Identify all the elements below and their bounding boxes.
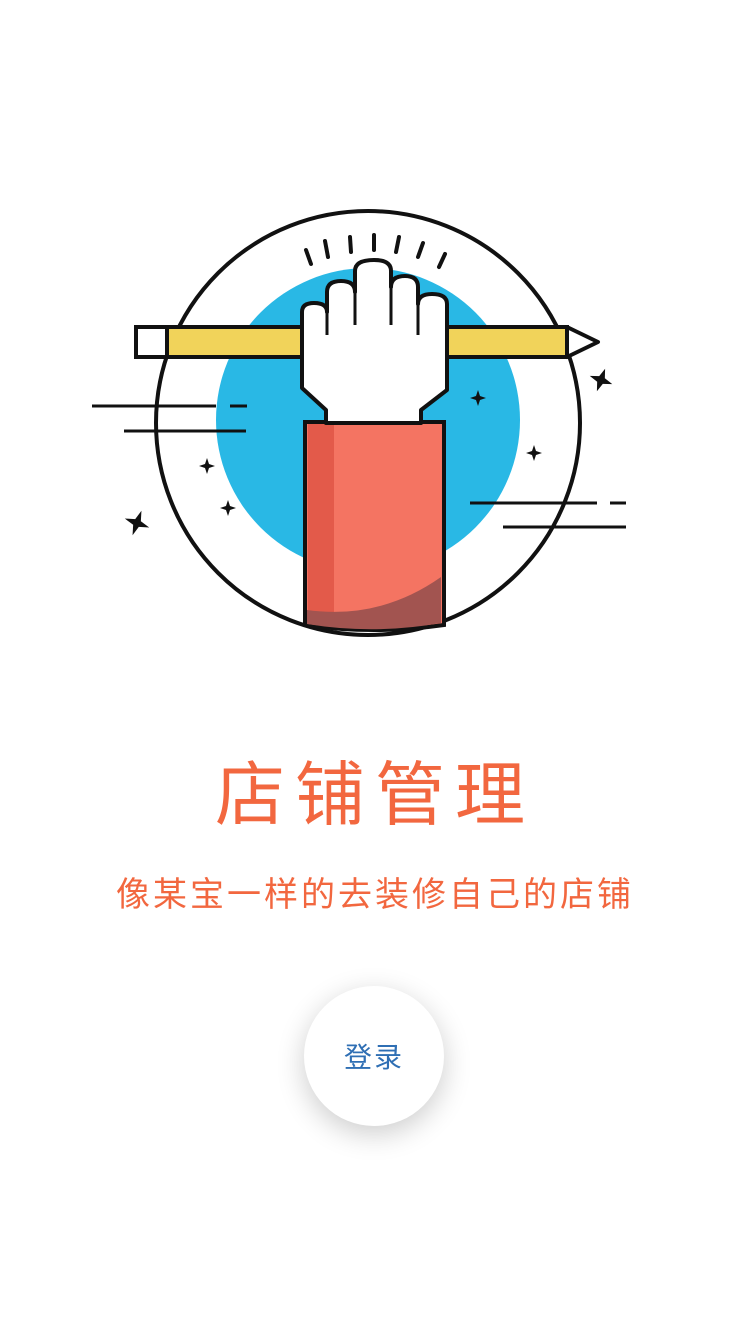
login-button-label: 登录 bbox=[343, 1041, 404, 1074]
hand-holding-pencil-icon bbox=[92, 209, 626, 637]
login-button[interactable]: 登录 bbox=[304, 986, 444, 1126]
page-title: 店铺管理 bbox=[215, 754, 535, 836]
page-subtitle: 像某宝一样的去装修自己的店铺 bbox=[116, 875, 634, 915]
hero-illustration bbox=[0, 180, 750, 660]
